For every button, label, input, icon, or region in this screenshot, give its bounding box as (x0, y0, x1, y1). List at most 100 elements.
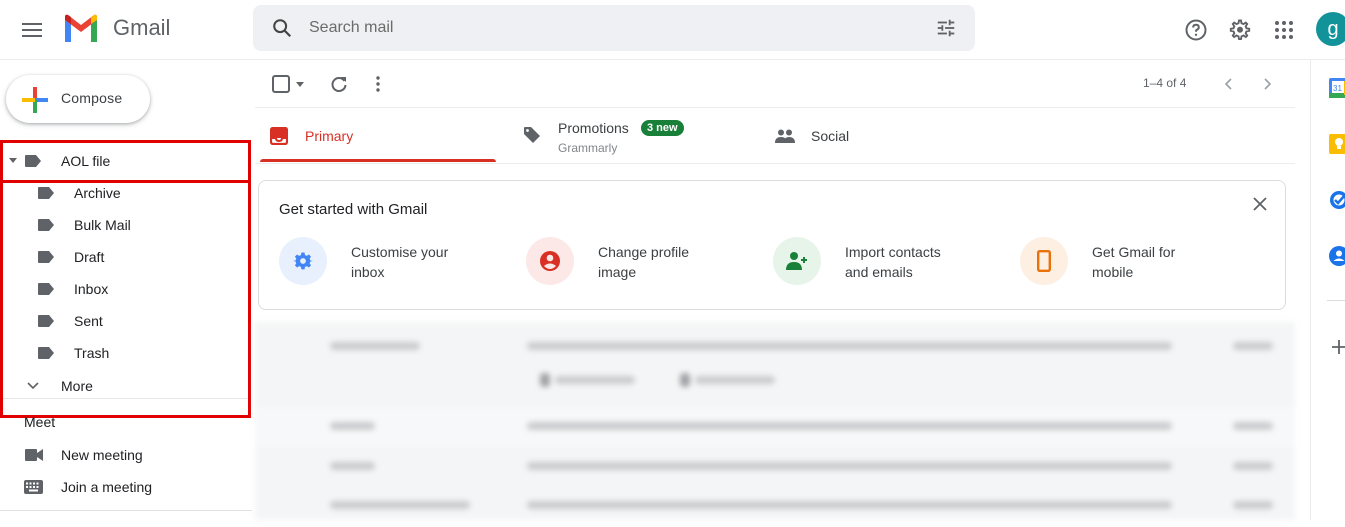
people-icon (775, 129, 795, 143)
tab-social[interactable]: Social (760, 108, 1000, 163)
icon-circle (279, 237, 327, 285)
meet-new-meeting[interactable]: New meeting (0, 439, 250, 471)
sidebar-bottom-divider (0, 510, 252, 511)
side-panel: 31 (1310, 60, 1345, 520)
compose-label: Compose (61, 90, 123, 106)
sidebar-label-trash[interactable]: Trash (0, 337, 250, 369)
sidebar-label-text: AOL file (61, 153, 111, 169)
get-started-title: Get started with Gmail (279, 201, 428, 218)
label-icon (38, 219, 54, 231)
tab-label: Social (811, 128, 850, 144)
chevron-left-icon (1224, 78, 1232, 90)
icon-circle (773, 237, 821, 285)
gmail-logo-icon[interactable] (62, 14, 100, 42)
google-apps-button[interactable] (1266, 12, 1302, 48)
caret-down-icon[interactable] (9, 158, 17, 163)
meet-section-title: Meet (24, 414, 56, 430)
inbox-icon (270, 127, 288, 145)
search-bar (253, 5, 975, 51)
tag-icon (524, 127, 540, 143)
sidebar-label-text: Archive (74, 185, 121, 201)
support-button[interactable] (1178, 12, 1214, 48)
hamburger-menu-icon (22, 23, 42, 37)
search-options-icon[interactable] (935, 17, 957, 39)
get-started-text: Import contacts and emails (845, 244, 941, 280)
search-icon[interactable] (271, 17, 293, 39)
email-row[interactable] (255, 322, 1295, 402)
video-camera-icon (25, 449, 43, 461)
sidebar-label-text: Sent (74, 313, 103, 329)
side-panel-divider (1327, 300, 1345, 301)
caret-down-icon (296, 81, 304, 87)
get-started-customise[interactable]: Customise your inbox (279, 237, 519, 287)
email-row[interactable] (255, 407, 1295, 447)
top-header: Gmail g (0, 0, 1345, 60)
new-count-badge: 3 new (641, 120, 684, 136)
contacts-icon[interactable] (1329, 246, 1345, 266)
help-icon (1185, 19, 1207, 41)
apps-grid-icon (1275, 21, 1293, 39)
active-tab-indicator (260, 159, 496, 162)
settings-icon (1229, 19, 1251, 41)
tabs-divider (255, 163, 1295, 164)
add-addon-icon[interactable] (1329, 337, 1345, 357)
main-menu-button[interactable] (14, 12, 50, 48)
newer-button[interactable] (1218, 70, 1238, 98)
gear-icon (293, 252, 313, 270)
get-started-text: Change profile image (598, 244, 690, 280)
refresh-button[interactable] (328, 70, 350, 98)
sidebar-label-text: Draft (74, 249, 105, 265)
calendar-icon[interactable]: 31 (1329, 78, 1345, 98)
compose-button[interactable]: Compose (6, 75, 150, 123)
sidebar-label-sent[interactable]: Sent (0, 305, 250, 337)
smartphone-icon (1037, 250, 1051, 272)
label-icon (38, 315, 54, 327)
sidebar-label-text: Bulk Mail (74, 217, 131, 233)
checkbox-icon (272, 75, 290, 93)
label-icon (38, 187, 54, 199)
tab-primary[interactable]: Primary (258, 108, 496, 163)
get-started-card: Get started with Gmail Customise your inb… (258, 180, 1286, 310)
meet-item-label: Join a meeting (61, 479, 153, 495)
sidebar-label-aol-file[interactable]: AOL file (0, 145, 250, 177)
icon-circle (1020, 237, 1068, 285)
refresh-icon (331, 77, 347, 92)
pagination-text: 1–4 of 4 (1143, 76, 1187, 90)
sidebar-divider (0, 398, 250, 399)
sidebar-label-bulk-mail[interactable]: Bulk Mail (0, 209, 250, 241)
keep-icon[interactable] (1329, 134, 1345, 154)
compose-plus-icon (22, 87, 48, 113)
settings-button[interactable] (1222, 12, 1258, 48)
get-started-mobile[interactable]: Get Gmail for mobile (1020, 237, 1260, 287)
sidebar-label-archive[interactable]: Archive (0, 177, 250, 209)
chevron-right-icon (1264, 78, 1272, 90)
account-avatar[interactable]: g (1316, 12, 1345, 46)
tab-label: Promotions (558, 120, 629, 136)
sidebar-label-draft[interactable]: Draft (0, 241, 250, 273)
label-icon (38, 283, 54, 295)
more-actions-button[interactable] (370, 70, 386, 98)
email-row[interactable] (255, 447, 1295, 487)
email-list-blurred (255, 322, 1295, 520)
label-icon (25, 155, 41, 167)
tasks-icon[interactable] (1329, 190, 1345, 210)
gmail-brand-text: Gmail (113, 15, 171, 40)
get-started-profile-image[interactable]: Change profile image (526, 237, 766, 287)
select-all-checkbox[interactable] (268, 70, 308, 98)
keyboard-icon (24, 480, 43, 494)
tab-label: Primary (305, 128, 354, 144)
more-vert-icon (376, 76, 380, 92)
email-row[interactable] (255, 487, 1295, 527)
close-icon[interactable] (1253, 197, 1267, 211)
get-started-text: Get Gmail for mobile (1092, 244, 1176, 280)
svg-text:31: 31 (1333, 84, 1342, 93)
search-input[interactable] (309, 15, 909, 41)
tab-promotions[interactable]: Promotions Grammarly (505, 108, 745, 163)
get-started-import-contacts[interactable]: Import contacts and emails (773, 237, 1013, 287)
meet-join-meeting[interactable]: Join a meeting (0, 471, 250, 503)
older-button[interactable] (1258, 70, 1278, 98)
chevron-down-icon (27, 382, 39, 390)
sidebar-label-inbox[interactable]: Inbox (0, 273, 250, 305)
tab-subtitle: Grammarly (558, 141, 618, 155)
icon-circle (526, 237, 574, 285)
